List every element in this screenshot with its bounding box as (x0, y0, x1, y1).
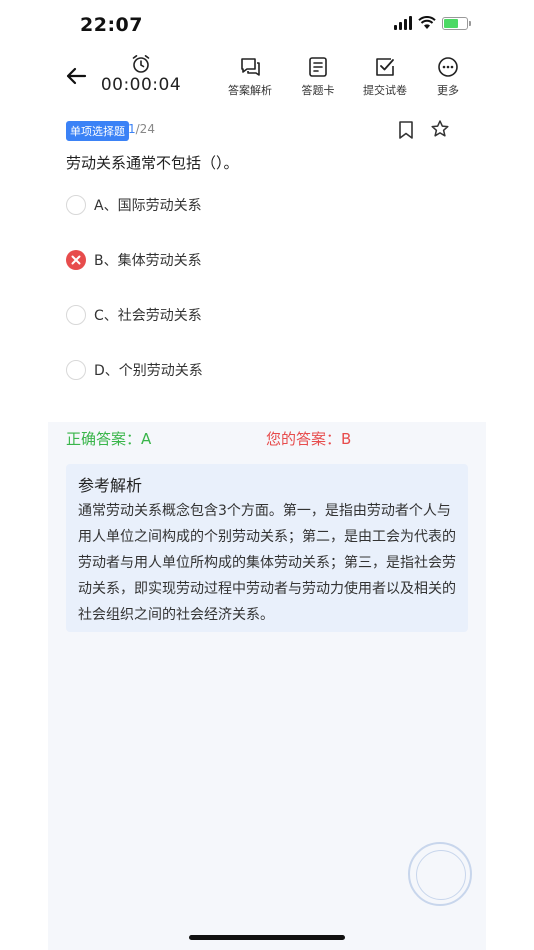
analysis-title: 参考解析 (78, 476, 143, 495)
more-dots-icon (438, 57, 458, 77)
submit-exam-label: 提交试卷 (363, 84, 407, 97)
question-current: 1 (128, 122, 136, 136)
watermark-seal-icon (408, 842, 472, 906)
question-text: 劳动关系通常不包括（）。 (66, 154, 239, 172)
analysis-body: 通常劳动关系概念包含3个方面。第一，是指由劳动者个人与用人单位之间构成的个别劳动… (78, 503, 456, 623)
answer-summary: 正确答案：A 您的答案：B (66, 428, 486, 452)
back-arrow-icon[interactable] (64, 64, 88, 88)
question-type-badge: 单项选择题 (66, 121, 129, 141)
option-d-radio[interactable] (66, 360, 86, 380)
option-b-text: B、集体劳动关系 (94, 253, 202, 269)
star-icon[interactable] (430, 119, 450, 139)
question-card: 单项选择题 1/24 劳动关系通常不包括（）。 A、国际劳动关系 B、集体劳动关… (48, 102, 486, 422)
answer-analysis-button[interactable]: 答案解析 (226, 56, 274, 98)
more-button[interactable]: 更多 (434, 56, 462, 98)
question-progress: 1/24 (128, 122, 155, 136)
home-indicator[interactable] (189, 935, 345, 940)
option-a-text: A、国际劳动关系 (94, 198, 202, 214)
option-c[interactable]: C、社会劳动关系 (66, 303, 466, 327)
timer-text: 00:00:04 (100, 75, 182, 95)
more-label: 更多 (437, 84, 459, 97)
bookmark-icon[interactable] (398, 120, 414, 140)
answer-analysis-label: 答案解析 (228, 84, 272, 97)
submit-exam-button[interactable]: 提交试卷 (361, 56, 409, 98)
battery-icon (442, 16, 471, 30)
option-a[interactable]: A、国际劳动关系 (66, 193, 466, 217)
timer: 00:00:04 (100, 54, 182, 95)
alarm-clock-icon (132, 55, 150, 73)
option-a-radio[interactable] (66, 195, 86, 215)
status-icons (394, 16, 471, 30)
wrong-mark-icon[interactable] (66, 250, 86, 270)
signal-icon (394, 16, 412, 30)
option-c-radio[interactable] (66, 305, 86, 325)
analysis-panel: 参考解析 通常劳动关系概念包含3个方面。第一，是指由劳动者个人与用人单位之间构成… (66, 464, 468, 632)
answer-card-icon (309, 57, 327, 77)
your-answer: 您的答案：B (266, 430, 352, 448)
answer-card-button[interactable]: 答题卡 (298, 56, 338, 98)
option-c-text: C、社会劳动关系 (94, 308, 202, 324)
status-time: 22:07 (80, 14, 143, 36)
option-d-text: D、个别劳动关系 (94, 363, 203, 379)
wifi-icon (418, 16, 436, 29)
submit-check-icon (376, 58, 394, 76)
answer-card-label: 答题卡 (301, 84, 335, 97)
question-total: /24 (135, 122, 155, 136)
nav-bar: 00:00:04 答案解析 答题卡 提交试卷 更多 (0, 52, 534, 102)
option-d[interactable]: D、个别劳动关系 (66, 358, 466, 382)
chat-icon (241, 58, 260, 76)
option-b[interactable]: B、集体劳动关系 (66, 248, 466, 272)
correct-answer: 正确答案：A (66, 430, 152, 448)
main-content: 单项选择题 1/24 劳动关系通常不包括（）。 A、国际劳动关系 B、集体劳动关… (48, 102, 486, 950)
status-bar: 22:07 (0, 0, 534, 50)
